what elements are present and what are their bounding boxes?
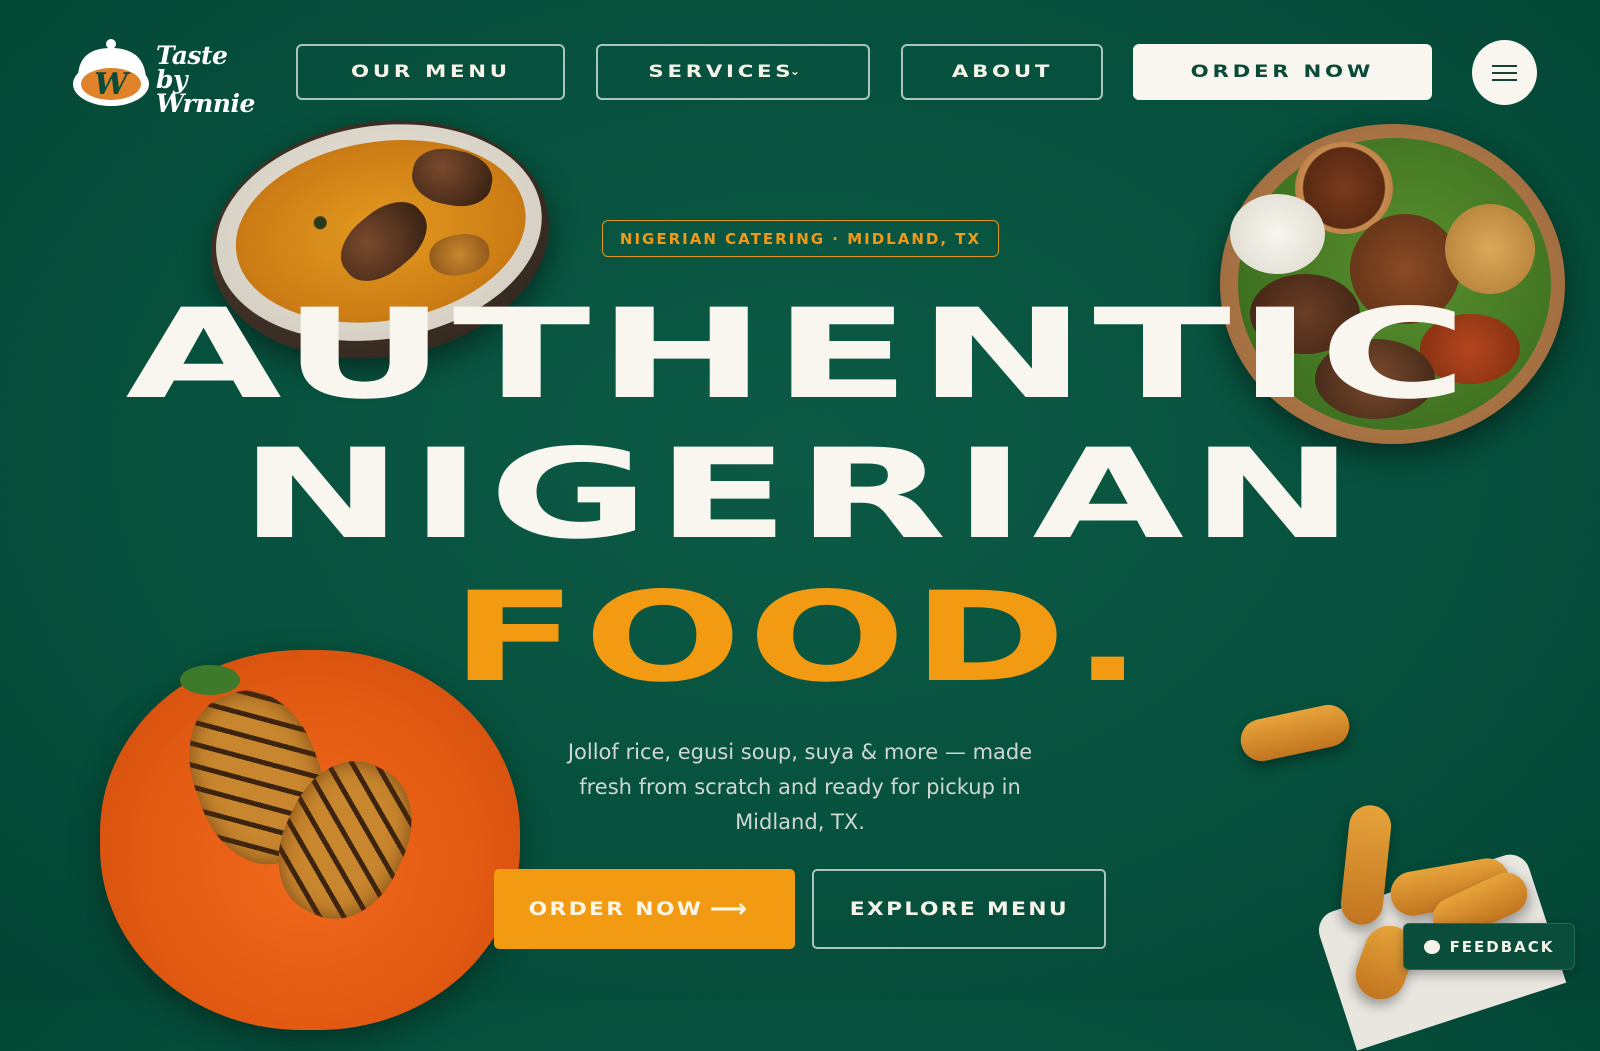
arrow-right-icon: ⟶ (709, 894, 750, 924)
nav-order-now-button[interactable]: ORDER NOW (1133, 44, 1432, 100)
headline-authentic: AUTHENTIC (125, 283, 1475, 427)
headline-food: FOOD. (450, 566, 1150, 710)
logo-line2: Wrnnie (156, 89, 255, 118)
feedback-label: FEEDBACK (1449, 937, 1555, 956)
nav-about-button[interactable]: ABOUT (901, 44, 1103, 100)
headline-nigerian: NIGERIAN (239, 423, 1361, 567)
hamburger-menu-button[interactable] (1472, 40, 1537, 105)
hero-subcopy: Jollof rice, egusi soup, suya & more — m… (567, 740, 1033, 834)
nav-services-label: SERVICES (648, 62, 795, 82)
cloche-logo-icon: W (73, 39, 149, 106)
feedback-button[interactable]: FEEDBACK (1403, 923, 1575, 970)
hero-headline-line1: AUTHENTIC (0, 293, 1600, 417)
explore-menu-button[interactable]: EXPLORE MENU (812, 869, 1106, 949)
brand-logo[interactable]: W Taste by Wrnnie (70, 36, 265, 116)
logo-initial: W (94, 67, 131, 102)
nav-order-now-label: ORDER NOW (1190, 62, 1375, 82)
hero-headline-line2: NIGERIAN (0, 433, 1600, 557)
puff-puff-image (1236, 701, 1354, 765)
nav-about-label: ABOUT (951, 62, 1053, 82)
hero-order-now-button[interactable]: ORDER NOW ⟶ (494, 869, 795, 949)
chevron-down-icon: ⌄ (789, 64, 803, 78)
chat-bubble-icon (1423, 939, 1440, 954)
location-badge: NIGERIAN CATERING · MIDLAND, TX (602, 220, 999, 257)
hero-headline-line3: FOOD. (0, 576, 1600, 700)
nav-services-button[interactable]: SERVICES ⌄ (596, 44, 870, 100)
explore-menu-label: EXPLORE MENU (849, 898, 1069, 920)
nav-our-menu-button[interactable]: OUR MENU (296, 44, 565, 100)
nav-our-menu-label: OUR MENU (350, 62, 511, 82)
hero-order-now-label: ORDER NOW (528, 898, 704, 920)
logo-line1: Taste by (156, 41, 228, 94)
